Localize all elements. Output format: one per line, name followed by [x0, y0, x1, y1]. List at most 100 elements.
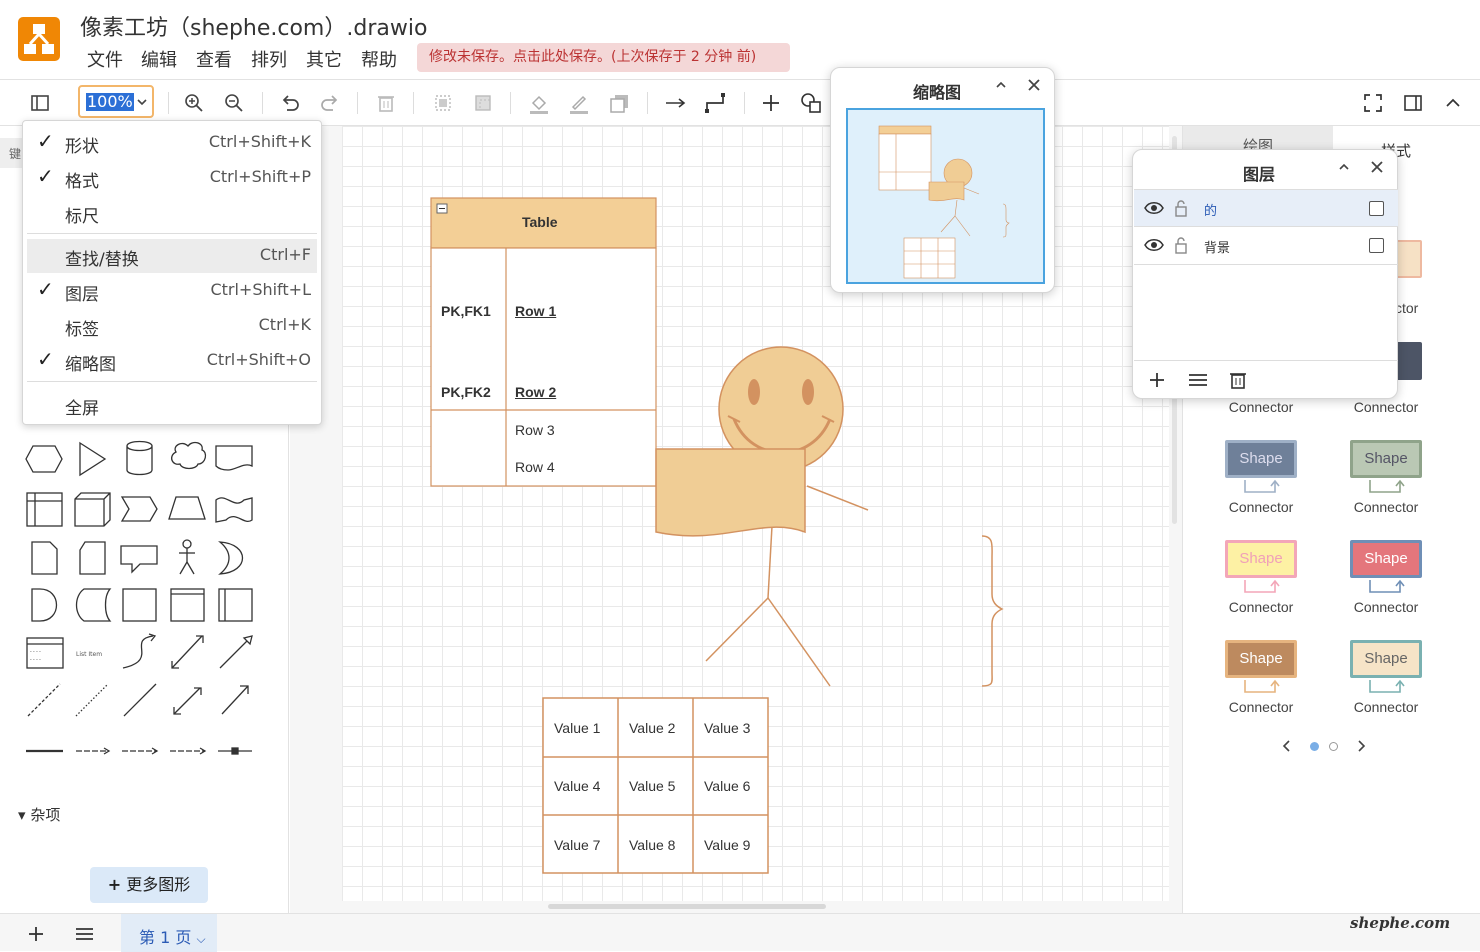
redo-icon[interactable]	[319, 92, 341, 114]
page-tab[interactable]: 第 1 页 ⌵	[121, 914, 217, 952]
zoom-out-icon[interactable]	[223, 92, 245, 114]
eye-icon[interactable]	[1144, 237, 1164, 253]
menu-item-layers[interactable]: ✓ 图层 Ctrl+Shift+L	[27, 274, 317, 308]
row1-name[interactable]: Row 1	[515, 303, 556, 319]
shapes-icon[interactable]	[800, 92, 822, 114]
more-shapes-button[interactable]: + 更多图形	[90, 867, 208, 903]
grid-cell-3[interactable]: Value 3	[704, 720, 750, 736]
page-dot-active[interactable]	[1310, 742, 1319, 751]
grid-cell-2[interactable]: Value 2	[629, 720, 675, 736]
chevron-up-icon[interactable]	[1442, 92, 1464, 114]
style-preset-shape[interactable]: Shape	[1225, 640, 1297, 678]
format-panel-toggle-icon[interactable]	[1402, 92, 1424, 114]
grid-cell-1[interactable]: Value 1	[554, 720, 600, 736]
general-shapes-grid: - - - - - - - -	[25, 440, 253, 755]
menu-item-format[interactable]: ✓ 格式 Ctrl+Shift+P	[27, 161, 317, 195]
menu-help[interactable]: 帮助	[361, 46, 397, 72]
add-layer-icon[interactable]	[1148, 371, 1166, 389]
waypoints-icon[interactable]	[704, 92, 726, 114]
eye-icon[interactable]	[1144, 200, 1164, 216]
zoom-select[interactable]: 100%	[78, 85, 154, 118]
misc-section-header[interactable]: ▾ 杂项	[18, 804, 60, 825]
row3-name[interactable]: Row 3	[515, 422, 555, 438]
menu-extras[interactable]: 其它	[306, 46, 342, 72]
zoom-in-icon[interactable]	[183, 92, 205, 114]
sidebar-toggle-icon[interactable]	[29, 92, 51, 114]
close-icon[interactable]	[1370, 160, 1384, 174]
outline-viewport[interactable]	[846, 108, 1045, 284]
menu-item-fullscreen[interactable]: 全屏	[27, 388, 317, 422]
chevron-up-icon[interactable]	[994, 78, 1008, 92]
chevron-up-icon[interactable]	[1337, 160, 1351, 174]
page-dot[interactable]	[1329, 742, 1338, 751]
style-preset-shape[interactable]: Shape	[1225, 540, 1297, 578]
connection-arrow-icon[interactable]	[664, 92, 686, 114]
menu-view[interactable]: 查看	[196, 46, 232, 72]
grid-cell-7[interactable]: Value 7	[554, 837, 600, 853]
horizontal-scrollbar[interactable]	[548, 904, 826, 909]
style-preset-shape[interactable]: Shape	[1225, 440, 1297, 478]
style-preset-shape[interactable]: Shape	[1350, 440, 1422, 478]
layer-menu-icon[interactable]	[1188, 371, 1208, 389]
menu-file[interactable]: 文件	[87, 46, 123, 72]
add-page-icon[interactable]	[28, 926, 44, 942]
document-title[interactable]: 像素工坊（shephe.com）.drawio	[80, 10, 427, 42]
grid-cell-4[interactable]: Value 4	[554, 778, 600, 794]
search-field-edge[interactable]: 键	[0, 138, 22, 168]
title-bar: 像素工坊（shephe.com）.drawio 文件 编辑 查看 排列 其它 帮…	[0, 0, 1480, 80]
fill-color-icon[interactable]	[528, 92, 550, 114]
grid-cell-8[interactable]: Value 8	[629, 837, 675, 853]
menu-item-label: 格式	[65, 172, 99, 192]
curly-brace-shape[interactable]	[981, 535, 1004, 687]
menu-arrange[interactable]: 排列	[251, 46, 287, 72]
pages-menu-icon[interactable]	[75, 926, 94, 942]
menu-item-tags[interactable]: 标签 Ctrl+K	[27, 309, 317, 343]
fullscreen-icon[interactable]	[1362, 92, 1384, 114]
checkmark-icon: ✓	[37, 129, 54, 153]
layer-name[interactable]: 的	[1204, 200, 1217, 219]
unsaved-changes-notice[interactable]: 修改未保存。点击此处保存。(上次保存于 2 分钟 前)	[417, 43, 790, 72]
table-body-shape[interactable]	[430, 247, 657, 487]
line-color-icon[interactable]	[568, 92, 590, 114]
layer-select-checkbox[interactable]	[1369, 238, 1384, 253]
row4-name[interactable]: Row 4	[515, 459, 555, 475]
delete-layer-icon[interactable]	[1229, 370, 1247, 389]
style-preset-shape[interactable]: Shape	[1350, 640, 1422, 678]
style-preset-connector-label: Connector	[1353, 599, 1419, 615]
menu-item-label: 标签	[65, 320, 99, 340]
shadow-icon[interactable]	[608, 92, 630, 114]
page-tab-label: 第 1 页	[139, 928, 192, 947]
grid-cell-9[interactable]: Value 9	[704, 837, 750, 853]
menu-edit[interactable]: 编辑	[141, 46, 177, 72]
menu-item-ruler[interactable]: 标尺	[27, 196, 317, 230]
layer-row[interactable]: 背景	[1134, 227, 1398, 265]
menu-item-shortcut: Ctrl+Shift+O	[206, 350, 311, 369]
table-title[interactable]: Table	[522, 214, 586, 230]
row2-key[interactable]: PK,FK2	[441, 384, 491, 400]
layer-row-selected[interactable]: 的	[1134, 189, 1398, 227]
menu-item-shapes[interactable]: ✓ 形状 Ctrl+Shift+K	[27, 126, 317, 160]
lock-icon[interactable]	[1174, 199, 1188, 217]
style-preset-connector-label: Connector	[1228, 499, 1294, 515]
to-back-icon[interactable]	[472, 92, 494, 114]
undo-icon[interactable]	[279, 92, 301, 114]
grid-cell-5[interactable]: Value 5	[629, 778, 675, 794]
layer-name[interactable]: 背景	[1204, 237, 1230, 256]
layers-panel-title: 图层	[1243, 165, 1276, 184]
insert-plus-icon[interactable]	[760, 92, 782, 114]
figure-arm-line[interactable]	[806, 485, 869, 511]
document-shape[interactable]	[655, 448, 806, 537]
chevron-left-icon[interactable]	[1279, 738, 1293, 754]
row1-key[interactable]: PK,FK1	[441, 303, 491, 319]
menu-item-outline[interactable]: ✓ 缩略图 Ctrl+Shift+O	[27, 344, 317, 378]
layer-select-checkbox[interactable]	[1369, 201, 1384, 216]
style-preset-shape[interactable]: Shape	[1350, 540, 1422, 578]
to-front-icon[interactable]	[432, 92, 454, 114]
chevron-right-icon[interactable]	[1355, 738, 1369, 754]
menu-item-find-replace[interactable]: 查找/替换 Ctrl+F	[27, 239, 317, 273]
row2-name[interactable]: Row 2	[515, 384, 556, 400]
lock-icon[interactable]	[1174, 236, 1188, 254]
close-icon[interactable]	[1027, 78, 1041, 92]
grid-cell-6[interactable]: Value 6	[704, 778, 750, 794]
delete-icon[interactable]	[375, 92, 397, 114]
